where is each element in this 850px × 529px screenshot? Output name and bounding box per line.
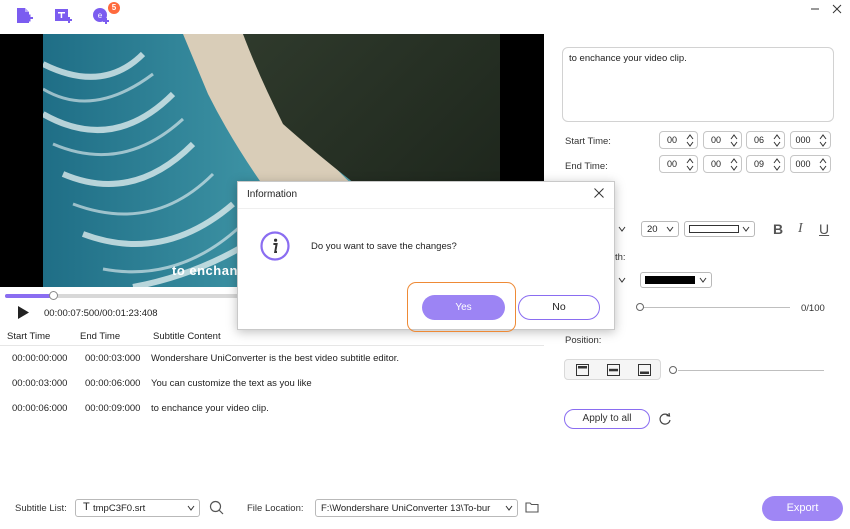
dialog-divider	[238, 208, 614, 209]
add-subtitle-icon[interactable]	[53, 6, 73, 26]
end-seconds-stepper[interactable]: 09	[746, 155, 785, 173]
end-minutes-stepper[interactable]: 00	[703, 155, 742, 173]
video-subtitle-overlay: to enchan	[172, 263, 238, 278]
no-button[interactable]: No	[518, 295, 600, 320]
opacity-slider-handle[interactable]	[636, 303, 644, 311]
row-content: You can customize the text as you like	[151, 378, 312, 389]
file-location-label: File Location:	[247, 503, 304, 514]
end-ms-stepper[interactable]: 000	[790, 155, 831, 173]
progress-fill	[5, 294, 54, 298]
export-button[interactable]: Export	[762, 496, 843, 521]
search-icon[interactable]	[209, 500, 224, 515]
stepper-arrows-icon[interactable]	[730, 134, 738, 147]
chevron-down-icon	[187, 505, 195, 511]
position-bottom-icon[interactable]	[638, 364, 651, 376]
text-file-icon: T	[83, 501, 90, 513]
stepper-value: 00	[666, 159, 677, 169]
position-label: Position:	[565, 335, 602, 346]
chevron-down-icon	[505, 505, 513, 511]
stepper-value: 000	[795, 135, 811, 145]
subtitle-list-select[interactable]: T tmpC3F0.srt	[75, 499, 200, 517]
font-color-select[interactable]	[684, 221, 755, 237]
play-icon[interactable]	[17, 306, 29, 319]
folder-icon[interactable]	[525, 501, 539, 513]
close-window-icon[interactable]	[830, 2, 844, 16]
outline-color-select[interactable]	[640, 272, 712, 288]
start-seconds-stepper[interactable]: 06	[746, 131, 785, 149]
position-middle-icon[interactable]	[607, 364, 620, 376]
end-time-label: End Time:	[565, 161, 608, 172]
subtitle-list-label: Subtitle List:	[15, 503, 67, 514]
yes-button[interactable]: Yes	[422, 295, 505, 320]
file-location-select[interactable]: F:\Wondershare UniConverter 13\To-bur	[315, 499, 518, 517]
outline-width-label: th:	[615, 252, 626, 263]
stepper-value: 09	[753, 159, 764, 169]
stepper-value: 00	[710, 159, 721, 169]
stepper-arrows-icon[interactable]	[819, 158, 827, 171]
top-toolbar: e 5	[0, 0, 850, 34]
notification-badge: 5	[108, 2, 120, 14]
file-location-value: F:\Wondershare UniConverter 13\To-bur	[321, 503, 491, 514]
stepper-arrows-icon[interactable]	[773, 158, 781, 171]
row-content: Wondershare UniConverter is the best vid…	[151, 353, 400, 364]
outline-dropdown-chevron-icon[interactable]	[617, 276, 627, 284]
add-file-icon[interactable]	[14, 6, 34, 26]
stepper-value: 06	[753, 135, 764, 145]
column-header-end: End Time	[80, 331, 121, 342]
stepper-arrows-icon[interactable]	[686, 134, 694, 147]
minimize-icon[interactable]	[808, 2, 822, 16]
dialog-title: Information	[247, 189, 298, 200]
outline-color-swatch	[645, 276, 695, 284]
position-slider-handle[interactable]	[669, 366, 677, 374]
font-size-select[interactable]: 20	[641, 221, 679, 237]
stepper-arrows-icon[interactable]	[819, 134, 827, 147]
row-end-time: 00:00:09:000	[85, 403, 141, 414]
subtitle-text-input[interactable]: to enchance your video clip.	[562, 47, 834, 122]
row-start-time: 00:00:00:000	[12, 353, 68, 364]
font-size-value: 20	[647, 224, 658, 235]
column-header-content: Subtitle Content	[153, 331, 221, 342]
start-time-label: Start Time:	[565, 136, 611, 147]
end-hours-stepper[interactable]: 00	[659, 155, 698, 173]
font-color-swatch	[689, 225, 739, 233]
reset-icon[interactable]	[658, 412, 672, 426]
row-content: to enchance your video clip.	[151, 403, 269, 414]
row-end-time: 00:00:06:000	[85, 378, 141, 389]
progress-handle[interactable]	[49, 291, 59, 300]
stepper-value: 000	[795, 159, 811, 169]
dialog-message: Do you want to save the changes?	[311, 241, 457, 252]
timecode: 00:00:07:500/00:01:23:408	[44, 308, 158, 319]
info-icon	[260, 231, 290, 261]
column-header-start: Start Time	[7, 331, 51, 342]
apply-to-all-button[interactable]: Apply to all	[564, 409, 650, 429]
stepper-arrows-icon[interactable]	[730, 158, 738, 171]
row-start-time: 00:00:03:000	[12, 378, 68, 389]
bold-button[interactable]: B	[773, 221, 783, 237]
subtitle-file-name: tmpC3F0.srt	[93, 503, 146, 514]
italic-button[interactable]: I	[798, 221, 803, 237]
stepper-arrows-icon[interactable]	[773, 134, 781, 147]
opacity-value: 0/100	[801, 303, 825, 314]
chevron-down-icon	[666, 226, 674, 232]
information-dialog: Information Do you want to save the chan…	[237, 181, 615, 332]
chevron-down-icon	[742, 226, 750, 232]
font-dropdown-chevron-icon[interactable]	[617, 225, 627, 233]
row-start-time: 00:00:06:000	[12, 403, 68, 414]
row-end-time: 00:00:03:000	[85, 353, 141, 364]
opacity-slider-track[interactable]	[640, 307, 790, 308]
svg-text:e: e	[98, 11, 103, 20]
stepper-value: 00	[666, 135, 677, 145]
position-top-icon[interactable]	[576, 364, 589, 376]
start-minutes-stepper[interactable]: 00	[703, 131, 742, 149]
table-divider	[0, 345, 544, 346]
stepper-value: 00	[710, 135, 721, 145]
position-slider-track[interactable]	[678, 370, 824, 371]
position-button-group	[564, 359, 661, 380]
stepper-arrows-icon[interactable]	[686, 158, 694, 171]
start-ms-stepper[interactable]: 000	[790, 131, 831, 149]
close-icon[interactable]	[594, 188, 604, 198]
chevron-down-icon	[699, 277, 707, 283]
start-hours-stepper[interactable]: 00	[659, 131, 698, 149]
underline-button[interactable]: U	[819, 221, 829, 237]
